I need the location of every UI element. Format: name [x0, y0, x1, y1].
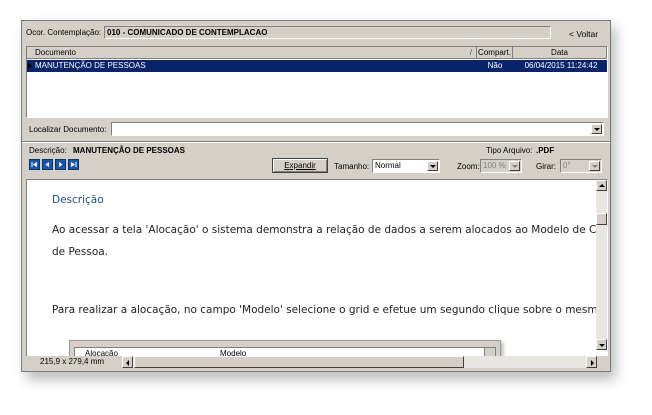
horizontal-scroll-thumb[interactable]	[134, 356, 464, 368]
pdf-viewer[interactable]: Descrição Ao acessar a tela 'Alocação' o…	[26, 179, 608, 367]
locate-dropdown-button[interactable]	[591, 124, 602, 134]
file-type-label: Tipo Arquivo:	[486, 146, 533, 155]
zoom-dropdown-button[interactable]	[509, 161, 520, 171]
file-type-value: .PDF	[536, 146, 555, 155]
zoom-select[interactable]: 100 %	[480, 159, 522, 173]
previous-page-icon	[45, 162, 49, 167]
description-value: MANUTENÇÃO DE PESSOAS	[73, 146, 186, 155]
zoom-value: 100 %	[483, 161, 506, 170]
size-select[interactable]: Normal	[372, 159, 440, 173]
page-size-readout: 215,9 x 279,4 mm	[40, 357, 105, 366]
document-paragraph-line: de Pessoa.	[52, 246, 109, 258]
locate-label: Localizar Documento:	[29, 125, 107, 134]
zoom-label: Zoom:	[457, 162, 480, 171]
scroll-left-button[interactable]	[122, 356, 133, 368]
horizontal-scrollbar[interactable]	[122, 356, 597, 368]
row-documento: MANUTENÇÃO DE PESSOAS	[35, 61, 146, 70]
size-dropdown-button[interactable]	[427, 161, 438, 171]
row-data: 06/04/2015 11:24:42	[524, 61, 598, 70]
rotate-dropdown-button[interactable]	[589, 161, 600, 171]
scroll-down-button[interactable]	[596, 339, 607, 350]
document-paragraph-line: Ao acessar a tela 'Alocação' o sistema d…	[52, 224, 608, 236]
arrow-right-icon	[591, 360, 594, 366]
column-header-label: Documento	[35, 48, 76, 57]
vertical-scrollbar[interactable]	[596, 180, 607, 350]
vertical-scroll-thumb[interactable]	[596, 213, 607, 225]
chevron-down-icon	[593, 128, 600, 131]
expand-button[interactable]: Expandir	[272, 158, 328, 173]
scroll-right-button[interactable]	[586, 356, 597, 368]
expand-button-label: Expandir	[284, 161, 316, 170]
column-header-data[interactable]: Data	[513, 47, 607, 59]
locate-combo[interactable]	[111, 122, 604, 136]
next-page-button[interactable]	[55, 159, 66, 170]
chevron-down-icon	[591, 165, 598, 168]
next-page-icon	[59, 162, 63, 167]
document-window: Ocor. Contemplação: 010 - COMUNICADO DE …	[21, 20, 611, 372]
size-value: Normal	[375, 161, 401, 170]
status-bar: 215,9 x 279,4 mm	[26, 356, 608, 368]
previous-page-button[interactable]	[42, 159, 53, 170]
divider-highlight	[22, 142, 610, 143]
documents-grid: Documento / Compart. Data MANUTENÇÃO DE …	[26, 46, 608, 118]
arrow-down-icon	[599, 344, 605, 347]
column-resize-icon: /	[469, 48, 472, 57]
chevron-down-icon	[429, 165, 436, 168]
document-heading: Descrição	[52, 194, 104, 206]
arrow-up-icon	[599, 184, 605, 187]
size-grip	[597, 356, 608, 368]
last-page-button[interactable]	[68, 159, 79, 170]
rotate-select[interactable]: 0°	[560, 159, 602, 173]
scroll-up-button[interactable]	[596, 180, 607, 191]
last-page-icon	[71, 162, 77, 167]
ocorrencia-field: 010 - COMUNICADO DE CONTEMPLACAO	[104, 26, 551, 39]
first-page-icon	[31, 162, 37, 167]
rotate-value: 0°	[563, 161, 571, 170]
arrow-left-icon	[126, 360, 129, 366]
back-link[interactable]: < Voltar	[569, 29, 598, 39]
column-header-compart[interactable]: Compart.	[477, 47, 513, 59]
column-header-documento[interactable]: Documento /	[27, 47, 477, 59]
description-label: Descrição:	[29, 146, 67, 155]
document-paragraph: Para realizar a alocação, no campo 'Mode…	[52, 304, 608, 316]
first-page-button[interactable]	[29, 159, 40, 170]
ocorrencia-label: Ocor. Contemplação:	[26, 28, 102, 37]
row-compart: Não	[487, 61, 503, 70]
size-label: Tamanho:	[334, 162, 370, 171]
rotate-label: Girar:	[536, 162, 556, 171]
page-navigation	[29, 159, 81, 171]
chevron-down-icon	[511, 165, 518, 168]
row-pointer-icon	[28, 63, 32, 69]
table-row[interactable]: MANUTENÇÃO DE PESSOAS Não 06/04/2015 11:…	[27, 60, 607, 72]
